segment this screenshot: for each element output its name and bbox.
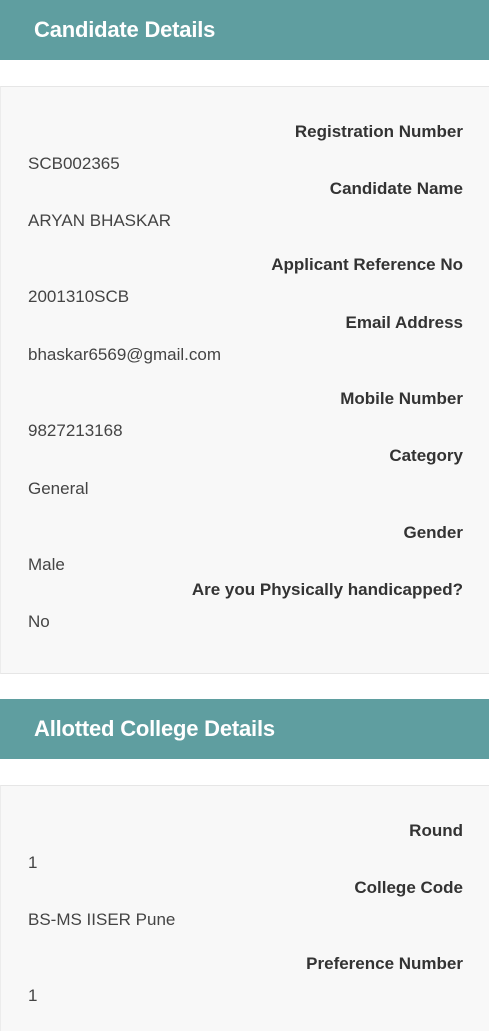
email-address-label: Email Address <box>345 313 463 332</box>
preference-number-label: Preference Number <box>306 954 463 973</box>
applicant-reference-label: Applicant Reference No <box>271 255 463 274</box>
gender-value: Male <box>28 555 65 574</box>
registration-number-value: SCB002365 <box>28 154 120 173</box>
gender-label: Gender <box>403 523 463 542</box>
preference-number-value: 1 <box>28 986 38 1005</box>
candidate-details-card: Registration Number SCB002365 Candidate … <box>0 86 489 674</box>
category-value: General <box>28 479 89 498</box>
page: Candidate Details Registration Number SC… <box>0 0 489 1031</box>
allotted-college-card: Round 1 College Code BS-MS IISER Pune Pr… <box>0 785 489 1031</box>
allotted-college-title: Allotted College Details <box>34 716 275 741</box>
registration-number-label: Registration Number <box>294 122 463 141</box>
college-code-label: College Code <box>354 878 463 897</box>
round-value: 1 <box>28 853 38 872</box>
email-address-value: bhaskar6569@gmail.com <box>28 345 222 364</box>
physically-handicapped-value: No <box>28 612 50 631</box>
candidate-name-value: ARYAN BHASKAR <box>28 211 171 230</box>
mobile-number-label: Mobile Number <box>340 389 463 408</box>
college-code-value: BS-MS IISER Pune <box>28 910 176 929</box>
physically-handicapped-label: Are you Physically handicapped? <box>191 580 463 599</box>
candidate-details-header: Candidate Details <box>0 0 489 60</box>
round-label: Round <box>409 821 463 840</box>
category-label: Category <box>389 446 463 465</box>
candidate-details-title: Candidate Details <box>34 17 216 42</box>
candidate-name-label: Candidate Name <box>329 179 463 198</box>
applicant-reference-value: 2001310SCB <box>28 287 130 306</box>
allotted-college-header: Allotted College Details <box>0 699 489 759</box>
mobile-number-value: 9827213168 <box>28 421 123 440</box>
